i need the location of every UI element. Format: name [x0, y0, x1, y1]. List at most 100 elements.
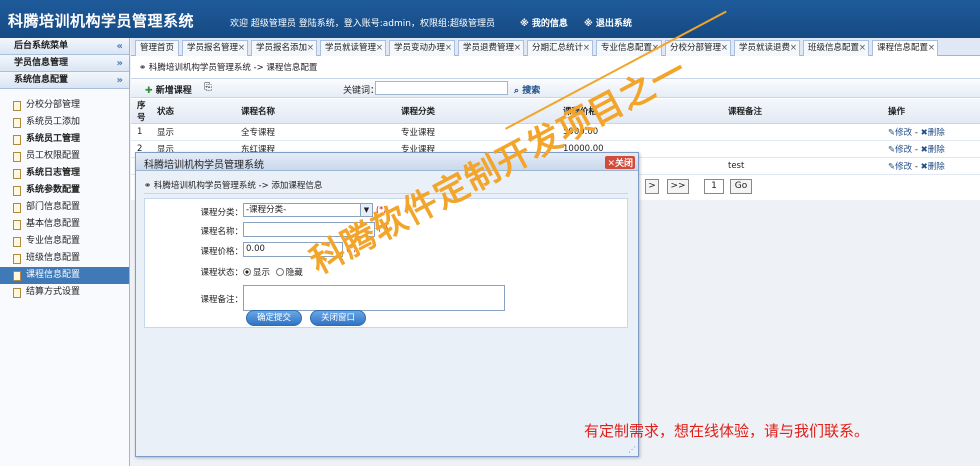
document-icon [13, 186, 21, 196]
sidebar-item-basic-info[interactable]: 基本信息配置 [0, 216, 129, 233]
sidebar-item-staff-manage[interactable]: 系统员工管理 [0, 131, 129, 148]
expand-icon[interactable]: » [117, 55, 123, 72]
tab-course[interactable]: 课程信息配置 × [872, 40, 938, 57]
close-icon[interactable]: × [514, 41, 521, 56]
sidebar-section-student-info[interactable]: 学员信息管理 » [0, 55, 129, 72]
tab-label: 专业信息配置 [601, 43, 653, 53]
section-label: 学员信息管理 [14, 58, 69, 68]
tab-label: 学员就读管理 [325, 43, 377, 53]
sidebar-item-label: 系统参数配置 [26, 185, 81, 195]
status-show-radio[interactable]: 显示 [243, 268, 270, 278]
next-page-button[interactable]: > [645, 179, 659, 194]
close-icon[interactable]: × [928, 41, 935, 56]
document-icon [13, 118, 21, 128]
sidebar-item-settlement[interactable]: 结算方式设置 [0, 284, 129, 301]
col-name: 课程名称 [235, 99, 395, 124]
close-window-button[interactable]: 关闭窗口 [310, 310, 366, 326]
go-button[interactable]: Go [730, 179, 752, 194]
close-icon[interactable]: × [376, 41, 383, 56]
tab-label: 学员报名添加 [256, 43, 308, 53]
tab-class[interactable]: 班级信息配置 × [803, 40, 869, 56]
delete-button[interactable]: ✖删除 [921, 145, 945, 155]
delete-icon: ✖ [920, 145, 928, 155]
tab-home[interactable]: 管理首页 [135, 40, 179, 56]
add-course-button[interactable]: ✚ 新增课程 [145, 83, 192, 96]
edit-button[interactable]: ✎修改 [888, 128, 912, 138]
sidebar-item-major[interactable]: 专业信息配置 [0, 233, 129, 250]
sidebar-item-logs[interactable]: 系统日志管理 [0, 165, 129, 182]
keyword-label: 关键词： [343, 86, 380, 96]
dialog-close-button[interactable]: ✕关闭 [605, 156, 635, 169]
sidebar-item-label: 结算方式设置 [26, 287, 81, 297]
tab-enroll-manage[interactable]: 学员报名管理 × [182, 40, 248, 56]
status-hide-radio[interactable]: 隐藏 [275, 268, 303, 278]
export-icon[interactable]: ⎘ [204, 82, 212, 93]
close-icon[interactable]: × [859, 41, 866, 56]
edit-button[interactable]: ✎修改 [888, 145, 912, 155]
tab-label: 学员变动办理 [394, 43, 446, 53]
page-number-input[interactable]: 1 [704, 179, 724, 194]
cell-remark [722, 140, 882, 158]
tab-study-manage[interactable]: 学员就读管理 × [320, 40, 386, 56]
delete-button[interactable]: ✖删除 [921, 128, 945, 138]
close-icon[interactable]: × [721, 41, 728, 56]
delete-label: 删除 [927, 162, 945, 172]
tab-label: 分校分部管理 [670, 43, 722, 53]
status-radio-group: 显示 隐藏 [243, 266, 303, 278]
sidebar-item-class[interactable]: 班级信息配置 [0, 250, 129, 267]
course-name-label: 课程名称： [200, 227, 243, 237]
search-button[interactable]: ⌕ 搜索 [514, 83, 540, 96]
last-page-button[interactable]: >> [667, 179, 689, 194]
sidebar-item-add-staff[interactable]: 系统员工添加 [0, 114, 129, 131]
course-remark-label: 课程备注： [200, 295, 243, 305]
document-icon [13, 169, 21, 179]
tab-installment[interactable]: 分期汇总统计 × [527, 40, 593, 56]
sidebar-item-course[interactable]: 课程信息配置 [0, 267, 129, 284]
cell-remark [722, 123, 882, 141]
tab-refund[interactable]: 学员退费管理 × [458, 40, 524, 56]
cell-remark: test [722, 157, 882, 175]
sidebar-item-permissions[interactable]: 员工权限配置 [0, 148, 129, 165]
document-icon [13, 135, 21, 145]
close-icon[interactable]: × [790, 41, 797, 56]
sidebar-section-backend-menu[interactable]: 后台系统菜单 « [0, 38, 129, 55]
resize-handle-icon[interactable]: ⋰ [628, 445, 636, 454]
close-icon: ✕ [607, 159, 615, 169]
sidebar-item-department[interactable]: 部门信息配置 [0, 199, 129, 216]
document-icon [13, 271, 21, 281]
tab-label: 课程信息配置 [877, 43, 929, 53]
sidebar-item-label: 专业信息配置 [26, 236, 81, 246]
separator: - [914, 162, 918, 172]
tab-enroll-add[interactable]: 学员报名添加 × [251, 40, 317, 56]
logout-link[interactable]: ※ 退出系统 [584, 16, 632, 29]
close-icon[interactable]: × [307, 41, 314, 56]
delete-button[interactable]: ✖删除 [921, 162, 945, 172]
tab-study-refund[interactable]: 学员就读退费 × [734, 40, 800, 56]
document-icon [13, 254, 21, 264]
sidebar-item-label: 员工权限配置 [26, 151, 81, 161]
edit-button[interactable]: ✎修改 [888, 162, 912, 172]
sidebar-item-branch[interactable]: 分校分部管理 [0, 97, 129, 114]
course-remark-textarea[interactable] [243, 285, 505, 311]
collapse-icon[interactable]: « [117, 38, 123, 55]
close-icon[interactable]: × [238, 41, 245, 56]
sidebar-section-system-config[interactable]: 系统信息配置 » [0, 72, 129, 89]
document-icon [13, 152, 21, 162]
sidebar-menu: 分校分部管理 系统员工添加 系统员工管理 员工权限配置 系统日志管理 系统参数配… [0, 89, 129, 301]
col-status: 状态 [151, 99, 235, 124]
separator: - [914, 128, 918, 138]
submit-button[interactable]: 确定提交 [246, 310, 302, 326]
my-info-link[interactable]: ※ 我的信息 [520, 16, 568, 29]
document-icon [13, 203, 21, 213]
sidebar-item-params[interactable]: 系统参数配置 [0, 182, 129, 199]
tab-bar: 管理首页 学员报名管理 × 学员报名添加 × 学员就读管理 × 学员变动办理 × 学员退… [131, 38, 980, 57]
tab-label: 学员退费管理 [463, 43, 515, 53]
keyword-input[interactable] [375, 81, 508, 95]
document-icon [13, 237, 21, 247]
tab-change[interactable]: 学员变动办理 × [389, 40, 455, 56]
close-icon[interactable]: × [445, 41, 452, 56]
cell-actions: ✎修改 - ✖删除 [882, 123, 980, 141]
expand-icon[interactable]: » [117, 72, 123, 89]
close-icon[interactable]: × [583, 41, 590, 56]
sidebar: 后台系统菜单 « 学员信息管理 » 系统信息配置 » 分校分部管理 系统员工添加… [0, 38, 130, 466]
